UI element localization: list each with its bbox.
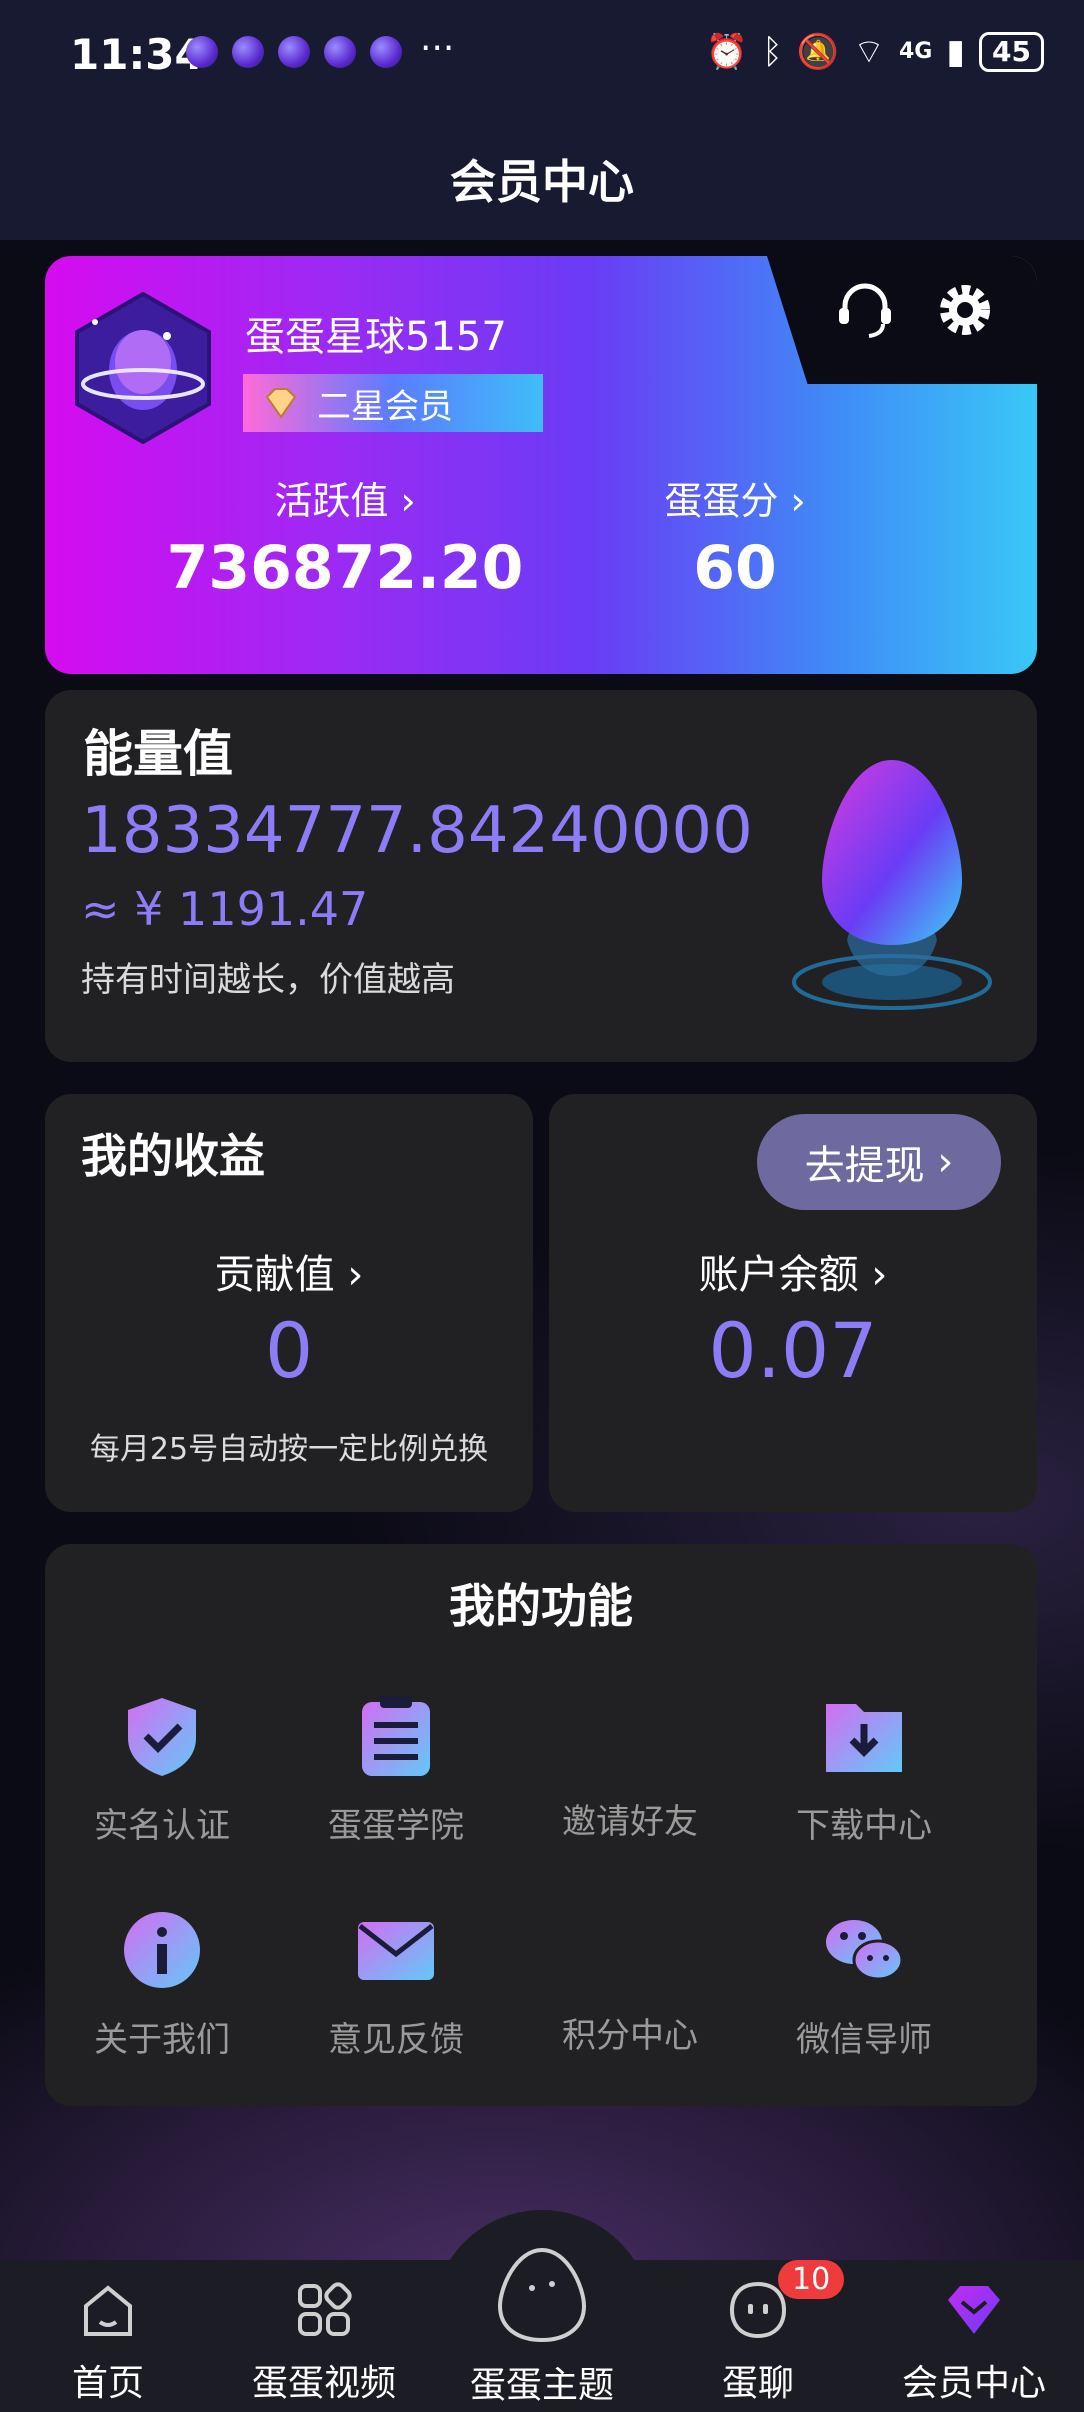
- download-folder-icon: [826, 1704, 902, 1772]
- contribution-value: 0: [264, 1306, 314, 1395]
- activity-stat[interactable]: 活跃值 › 736872.20: [135, 470, 555, 603]
- status-bar: 11:34 ··· ⏰ ᛒ 🔕 ⌔ 4G ▮ 45: [0, 0, 1084, 110]
- functions-title: 我的功能: [449, 1579, 633, 1633]
- network-label: 4G: [898, 39, 933, 64]
- earnings-card: 我的收益 贡献值 › 0 每月25号自动按一定比例兑换: [45, 1094, 533, 1512]
- customer-service-icon[interactable]: [833, 278, 897, 342]
- functions-card: 我的功能 实名认证 蛋蛋学院 邀请好友 下载中心 关于我们 意见反馈 积分中心 …: [45, 1544, 1037, 2106]
- planet-app-icon: [370, 36, 402, 68]
- battery-icon: 45: [979, 31, 1044, 72]
- status-right: ⏰ ᛒ 🔕 ⌔ 4G ▮ 45: [706, 30, 1044, 73]
- egg-icon: [497, 2247, 587, 2343]
- energy-card[interactable]: 能量值 18334777.84240000 ≈ ¥ 1191.47 持有时间越长…: [45, 690, 1037, 1062]
- member-level-badge: 二星会员: [243, 374, 543, 432]
- func-real-name[interactable]: 实名认证: [45, 1694, 279, 1847]
- diamond-icon: [265, 388, 297, 419]
- nav-theme[interactable]: 蛋蛋主题: [442, 2244, 642, 2408]
- nav-home[interactable]: 首页: [8, 2278, 208, 2406]
- func-invite[interactable]: 邀请好友: [513, 1694, 747, 1843]
- member-level: 二星会员: [317, 386, 453, 427]
- energy-note: 持有时间越长，价值越高: [81, 960, 455, 1000]
- func-about[interactable]: 关于我们: [45, 1908, 279, 2061]
- balance-link[interactable]: 账户余额 ›: [549, 1242, 1037, 1300]
- more-notifications-icon: ···: [420, 28, 455, 69]
- contribution-note: 每月25号自动按一定比例兑换: [89, 1432, 489, 1467]
- notification-icons: [186, 36, 402, 68]
- page-header: 会员中心: [0, 110, 1084, 240]
- func-wechat-mentor[interactable]: 微信导师: [747, 1908, 981, 2061]
- alarm-icon: ⏰: [705, 31, 749, 72]
- func-feedback[interactable]: 意见反馈: [279, 1908, 513, 2061]
- member-card: 蛋蛋星球5157 二星会员 活跃值 › 736872.20 蛋蛋分 › 60: [45, 256, 1037, 674]
- energy-rmb-value: ≈ ¥ 1191.47: [81, 882, 369, 936]
- chat-unread-badge: 10: [778, 2260, 845, 2299]
- shield-check-icon: [128, 1698, 196, 1776]
- score-stat[interactable]: 蛋蛋分 › 60: [565, 470, 905, 603]
- planet-app-icon: [232, 36, 264, 68]
- info-icon: [124, 1912, 200, 1988]
- withdraw-button[interactable]: 去提现 ›: [757, 1114, 1001, 1210]
- balance-card: 去提现 › 账户余额 › 0.07: [549, 1094, 1037, 1512]
- energy-label: 能量值: [83, 725, 233, 783]
- mail-icon: [358, 1922, 434, 1980]
- func-points[interactable]: 积分中心: [513, 1908, 747, 2057]
- signal-icon: ▮: [946, 31, 966, 72]
- diamond-icon: [948, 2286, 1000, 2334]
- clipboard-icon: [362, 1696, 430, 1776]
- activity-label: 活跃值 ›: [274, 479, 416, 523]
- points-icon: [588, 1908, 672, 1992]
- username: 蛋蛋星球5157: [245, 314, 507, 360]
- earnings-title: 我的收益: [81, 1129, 265, 1183]
- home-icon: [84, 2285, 132, 2336]
- grid-icon: [298, 2282, 352, 2336]
- invite-icon: [588, 1694, 672, 1778]
- bluetooth-icon: ᛒ: [762, 31, 783, 72]
- status-time: 11:34: [70, 30, 204, 79]
- energy-value: 18334777.84240000: [81, 794, 753, 868]
- contribution-label: 贡献值: [214, 1252, 335, 1298]
- score-value: 60: [693, 533, 777, 603]
- func-academy[interactable]: 蛋蛋学院: [279, 1694, 513, 1847]
- planet-app-icon: [324, 36, 356, 68]
- settings-gear-icon[interactable]: [933, 278, 997, 342]
- planet-app-icon: [186, 36, 218, 68]
- avatar[interactable]: [75, 292, 211, 444]
- egg-illustration: [792, 760, 992, 1010]
- wechat-icon: [826, 1920, 904, 1981]
- nav-member[interactable]: 会员中心: [874, 2278, 1074, 2406]
- func-download[interactable]: 下载中心: [747, 1694, 981, 1847]
- balance-label: 账户余额: [698, 1252, 859, 1298]
- contribution-link[interactable]: 贡献值 ›: [45, 1242, 533, 1300]
- nav-video[interactable]: 蛋蛋视频: [224, 2278, 424, 2406]
- wifi-icon: ⌔: [852, 32, 885, 72]
- balance-value: 0.07: [708, 1306, 878, 1395]
- page-title: 会员中心: [450, 155, 634, 209]
- mute-icon: 🔕: [796, 31, 839, 72]
- planet-app-icon: [278, 36, 310, 68]
- score-label: 蛋蛋分 ›: [664, 479, 806, 523]
- activity-value: 736872.20: [166, 533, 524, 603]
